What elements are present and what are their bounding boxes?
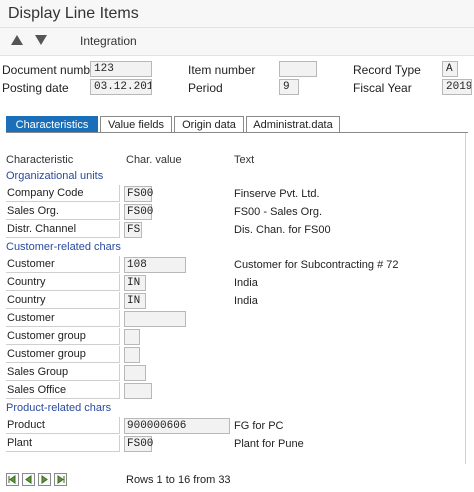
row-text-country-2: India xyxy=(234,295,258,307)
row-label-company-code[interactable]: Company Code xyxy=(6,185,120,202)
row-text-company-code: Finserve Pvt. Ltd. xyxy=(234,188,320,200)
col-text-header: Text xyxy=(234,154,255,166)
row-value-customer-group-2[interactable] xyxy=(124,347,140,363)
integration-button[interactable]: Integration xyxy=(80,34,137,48)
row-value-company-code[interactable]: FS00 xyxy=(124,186,153,202)
row-value-country-2[interactable]: IN xyxy=(124,293,146,309)
row-value-distr-channel[interactable]: FS xyxy=(124,222,142,238)
col-characteristic-header: Characteristic xyxy=(6,154,74,166)
row-value-sales-org[interactable]: FS00 xyxy=(124,204,153,220)
group-organizational-units: Organizational units xyxy=(6,170,104,182)
row-text-product: FG for PC xyxy=(234,420,284,432)
col-value-header: Char. value xyxy=(126,154,182,166)
fiscal-year-label: Fiscal Year xyxy=(353,81,412,95)
row-label-product[interactable]: Product xyxy=(6,417,120,434)
row-text-distr-channel: Dis. Chan. for FS00 xyxy=(234,224,331,236)
first-page-icon[interactable] xyxy=(6,473,19,486)
next-page-icon[interactable] xyxy=(38,473,51,486)
bottom-bar: Rows 1 to 16 from 33 xyxy=(0,464,474,492)
row-label-customer-group[interactable]: Customer group xyxy=(6,328,120,345)
window-title: Display Line Items xyxy=(8,5,139,22)
row-text-plant: Plant for Pune xyxy=(234,438,304,450)
row-label-country-2[interactable]: Country xyxy=(6,292,120,309)
row-value-customer-group[interactable] xyxy=(124,329,140,345)
row-label-plant[interactable]: Plant xyxy=(6,435,120,452)
period-field[interactable]: 9 xyxy=(279,79,299,95)
row-label-distr-channel[interactable]: Distr. Channel xyxy=(6,221,120,238)
row-value-customer-2[interactable] xyxy=(124,311,186,327)
posting-date-label: Posting date xyxy=(2,81,69,95)
document-number-field[interactable]: 123 xyxy=(90,61,152,77)
tab-characteristics[interactable]: Characteristics xyxy=(6,116,98,133)
row-label-country[interactable]: Country xyxy=(6,274,120,291)
row-label-sales-org[interactable]: Sales Org. xyxy=(6,203,120,220)
tab-value-fields[interactable]: Value fields xyxy=(100,116,172,133)
row-text-customer: Customer for Subcontracting # 72 xyxy=(234,259,399,271)
row-value-product[interactable]: 900000606 xyxy=(124,418,230,434)
record-type-label: Record Type xyxy=(353,63,421,77)
period-label: Period xyxy=(188,81,223,95)
row-text-country: India xyxy=(234,277,258,289)
row-label-customer-2[interactable]: Customer xyxy=(6,310,120,327)
row-label-sales-group[interactable]: Sales Group xyxy=(6,364,120,381)
posting-date-field[interactable]: 03.12.2019 xyxy=(90,79,152,95)
row-value-customer[interactable]: 108 xyxy=(124,257,186,273)
item-number-label: Item number xyxy=(188,63,256,77)
tab-administrat-data[interactable]: Administrat.data xyxy=(246,116,340,133)
row-label-customer[interactable]: Customer xyxy=(6,256,120,273)
last-page-icon[interactable] xyxy=(54,473,67,486)
row-label-sales-office[interactable]: Sales Office xyxy=(6,382,120,399)
record-type-field[interactable]: A xyxy=(442,61,458,77)
rows-indicator: Rows 1 to 16 from 33 xyxy=(126,474,231,486)
tab-origin-data[interactable]: Origin data xyxy=(174,116,244,133)
item-number-field[interactable] xyxy=(279,61,317,77)
row-label-customer-group-2[interactable]: Customer group xyxy=(6,346,120,363)
row-value-sales-group[interactable] xyxy=(124,365,146,381)
previous-page-icon[interactable] xyxy=(22,473,35,486)
triangle-up-icon[interactable] xyxy=(10,34,24,46)
title-bar: Display Line Items xyxy=(0,0,474,28)
row-value-sales-office[interactable] xyxy=(124,383,152,399)
triangle-down-icon[interactable] xyxy=(34,34,48,46)
group-customer-related: Customer-related chars xyxy=(6,241,121,253)
document-number-label: Document number xyxy=(2,63,101,77)
row-text-sales-org: FS00 - Sales Org. xyxy=(234,206,323,218)
row-value-plant[interactable]: FS00 xyxy=(124,436,153,452)
row-value-country[interactable]: IN xyxy=(124,275,146,291)
toolbar: Integration xyxy=(0,28,474,56)
group-product-related: Product-related chars xyxy=(6,402,112,414)
fiscal-year-field[interactable]: 2019 xyxy=(442,79,472,95)
